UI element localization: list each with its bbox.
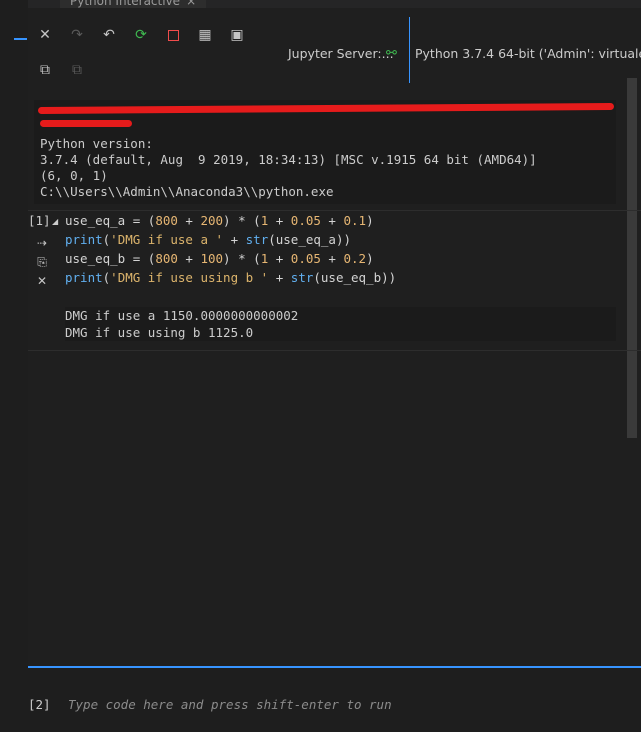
output-line: Python version: bbox=[40, 136, 153, 151]
expand-all-icon[interactable]: ⧉ bbox=[36, 61, 54, 79]
collapse-all-icon[interactable]: ⧉ bbox=[68, 61, 86, 79]
cell-output: DMG if use a 1150.0000000000002 DMG if u… bbox=[65, 307, 616, 341]
redo-icon[interactable]: ↷ bbox=[68, 26, 86, 44]
startup-output: Python version: 3.7.4 (default, Aug 9 20… bbox=[34, 100, 616, 204]
toolbar-separator bbox=[409, 17, 410, 83]
output-line: DMG if use a 1150.0000000000002 bbox=[65, 308, 299, 323]
code-line: use_eq_a = (800 + 200) * (1 + 0.05 + 0.1… bbox=[65, 213, 374, 228]
kernel-label[interactable]: Python 3.7.4 64-bit ('Admin': virtuale..… bbox=[415, 46, 641, 61]
output-line: C:\\Users\\Admin\\Anaconda3\\python.exe bbox=[40, 184, 334, 199]
interrupt-kernel-icon[interactable] bbox=[164, 26, 182, 44]
undo-icon[interactable]: ↶ bbox=[100, 26, 118, 44]
code-line: use_eq_b = (800 + 100) * (1 + 0.05 + 0.2… bbox=[65, 251, 374, 266]
gutter-accent bbox=[14, 38, 27, 40]
tab-python-interactive[interactable]: Python Interactive × bbox=[60, 0, 207, 8]
scrollbar[interactable] bbox=[627, 78, 637, 438]
cell-divider bbox=[28, 350, 641, 351]
tab-title: Python Interactive bbox=[70, 0, 181, 8]
goto-code-icon[interactable]: ⇢ bbox=[34, 236, 50, 250]
interactive-window: ✕ ↷ ↶ ⟳ ▦ ▣ ⧉ ⧉ Jupyter Server:... ⚯ Pyt… bbox=[28, 8, 641, 732]
code-line: print('DMG if use a ' + str(use_eq_a)) bbox=[65, 232, 352, 247]
input-execution-count: [2] bbox=[28, 697, 51, 712]
save-icon[interactable]: ▣ bbox=[228, 26, 246, 44]
output-line: (6, 0, 1) bbox=[40, 168, 108, 183]
tab-close-icon[interactable]: × bbox=[186, 0, 196, 8]
code-line: print('DMG if use using b ' + str(use_eq… bbox=[65, 270, 397, 285]
plug-icon: ⚯ bbox=[386, 46, 397, 61]
collapse-cell-icon[interactable]: ◢ bbox=[52, 217, 58, 226]
tab-bar: Python Interactive × bbox=[28, 0, 641, 8]
cell-execution-count: [1] bbox=[28, 213, 51, 228]
copy-to-editor-icon[interactable]: ⎘ bbox=[34, 255, 50, 269]
variables-icon[interactable]: ▦ bbox=[196, 26, 214, 44]
code-editor[interactable]: use_eq_a = (800 + 200) * (1 + 0.05 + 0.1… bbox=[65, 211, 396, 287]
delete-cell-icon[interactable]: ✕ bbox=[34, 274, 50, 288]
code-input[interactable]: Type code here and press shift-enter to … bbox=[68, 697, 392, 712]
restart-kernel-icon[interactable]: ⟳ bbox=[132, 26, 150, 44]
redaction-mark bbox=[40, 120, 132, 127]
jupyter-server-label[interactable]: Jupyter Server:... bbox=[288, 46, 394, 61]
editor-gutter bbox=[0, 0, 29, 732]
output-line: 3.7.4 (default, Aug 9 2019, 18:34:13) [M… bbox=[40, 152, 537, 167]
output-line: DMG if use using b 1125.0 bbox=[65, 325, 254, 340]
clear-all-icon[interactable]: ✕ bbox=[36, 26, 54, 44]
